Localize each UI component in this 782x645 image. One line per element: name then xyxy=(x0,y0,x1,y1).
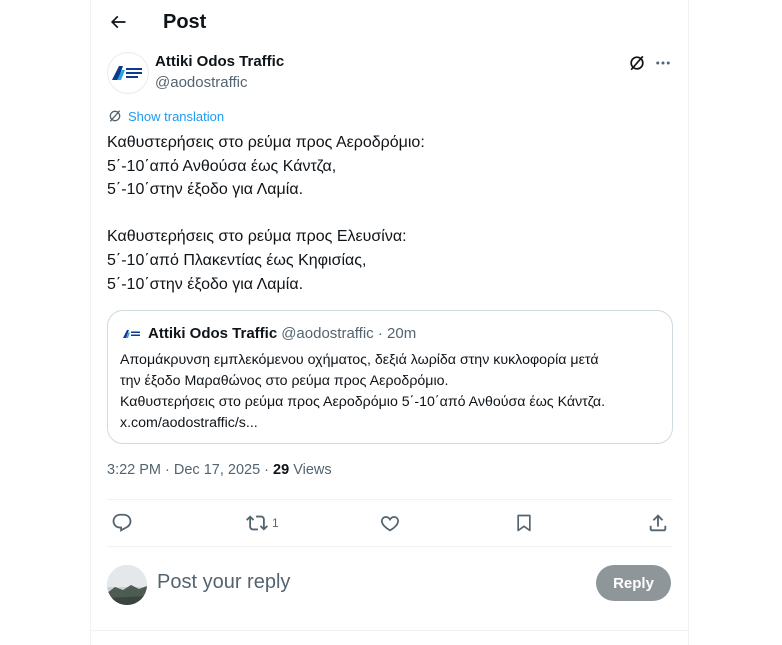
divider xyxy=(107,546,673,547)
author-name[interactable]: Attiki Odos Traffic xyxy=(155,53,284,70)
reply-button[interactable]: Reply xyxy=(596,565,671,601)
tweet-line: 5΄-10΄στην έξοδο για Λαμία. xyxy=(107,181,304,199)
quote-link[interactable]: x.com/aodostraffic/s... xyxy=(120,413,660,434)
divider xyxy=(107,499,673,500)
quote-text: Απομάκρυνση εμπλεκόμενου οχήματος, δεξιά… xyxy=(120,350,660,434)
repost-icon[interactable] xyxy=(244,510,270,536)
reply-input[interactable]: Post your reply xyxy=(157,571,290,594)
page-title: Post xyxy=(163,11,207,33)
tweet-line: 5΄-10΄από Πλακεντίας έως Κηφισίας, xyxy=(107,251,367,269)
quote-line: Απομάκρυνση εμπλεκόμενου οχήματος, δεξιά… xyxy=(120,352,599,368)
post-timestamp[interactable]: 3:22 PM · Dec 17, 2025 · xyxy=(107,462,273,478)
quote-handle-time: @aodostraffic · 20m xyxy=(281,325,417,342)
tweet-text: Καθυστερήσεις στο ρεύμα προς Αεροδρόμιο:… xyxy=(107,131,667,296)
quote-line: Καθυστερήσεις στο ρεύμα προς Αεροδρόμιο … xyxy=(120,394,606,410)
tweet-line: Καθυστερήσεις στο ρεύμα προς Αεροδρόμιο: xyxy=(107,134,425,151)
share-icon[interactable] xyxy=(645,510,671,536)
user-avatar[interactable] xyxy=(107,565,147,605)
bookmark-icon[interactable] xyxy=(511,510,537,536)
tweet-line: Καθυστερήσεις στο ρεύμα προς Ελευσίνα: xyxy=(107,228,407,246)
like-heart-icon[interactable] xyxy=(377,510,403,536)
views-count: 29 xyxy=(273,462,290,478)
reply-icon[interactable] xyxy=(109,510,135,536)
quote-author-name: Attiki Odos Traffic xyxy=(148,325,278,342)
quote-author-avatar xyxy=(122,325,142,343)
author-avatar[interactable] xyxy=(107,52,149,94)
views-label: Views xyxy=(289,462,332,478)
tweet-line: 5΄-10΄από Ανθούσα έως Κάντζα, xyxy=(107,157,337,175)
divider xyxy=(91,630,688,631)
show-translation-link[interactable]: Show translation xyxy=(107,108,224,124)
back-arrow-icon[interactable] xyxy=(106,10,130,34)
quote-line: την έξοδο Μαραθώνος στο ρεύμα προς Αεροδ… xyxy=(120,373,449,389)
quote-header: Attiki Odos Traffic @aodostraffic · 20m xyxy=(148,325,416,342)
more-options-icon[interactable] xyxy=(652,52,674,74)
repost-count: 1 xyxy=(272,516,279,530)
grok-translate-icon xyxy=(109,110,121,122)
grok-icon[interactable] xyxy=(626,52,648,74)
author-handle[interactable]: @aodostraffic xyxy=(155,74,248,91)
tweet-line: 5΄-10΄στην έξοδο για Λαμία. xyxy=(107,275,304,293)
tweet-line xyxy=(107,202,667,226)
post-metadata: 3:22 PM · Dec 17, 2025 · 29 Views xyxy=(107,462,332,478)
show-translation-label: Show translation xyxy=(128,108,225,124)
